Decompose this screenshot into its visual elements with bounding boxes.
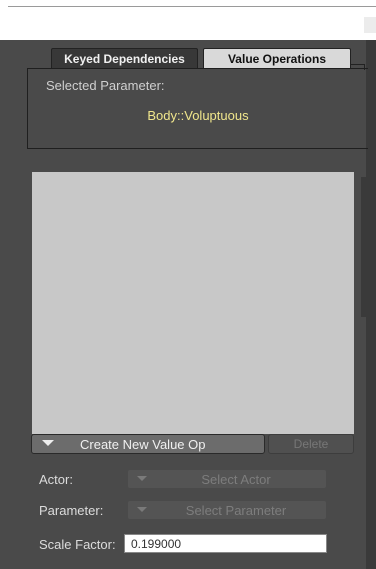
- vertical-scrollbar[interactable]: [361, 177, 366, 317]
- scale-factor-label: Scale Factor:: [39, 537, 116, 552]
- triangle-down-icon: [42, 440, 54, 446]
- selected-parameter-label: Selected Parameter:: [46, 78, 165, 93]
- tab-value-operations[interactable]: Value Operations: [203, 48, 351, 68]
- select-actor-dropdown[interactable]: Select Actor: [127, 469, 327, 489]
- scale-factor-input[interactable]: [124, 534, 327, 553]
- parameter-label: Parameter:: [39, 503, 104, 518]
- delete-button[interactable]: Delete: [268, 434, 354, 454]
- select-actor-label: Select Actor: [201, 472, 271, 487]
- actor-label: Actor:: [39, 472, 73, 487]
- window-control[interactable]: [364, 17, 376, 33]
- create-new-value-op-button[interactable]: Create New Value Op: [31, 434, 265, 454]
- tab-keyed-dependencies[interactable]: Keyed Dependencies: [51, 48, 198, 68]
- selected-parameter-value: Body::Voluptuous: [147, 108, 249, 123]
- select-parameter-label: Select Parameter: [185, 503, 287, 518]
- select-parameter-dropdown[interactable]: Select Parameter: [127, 500, 327, 520]
- value-op-list[interactable]: [32, 172, 354, 434]
- create-new-value-op-label: Create New Value Op: [80, 437, 206, 452]
- top-divider: [8, 6, 376, 7]
